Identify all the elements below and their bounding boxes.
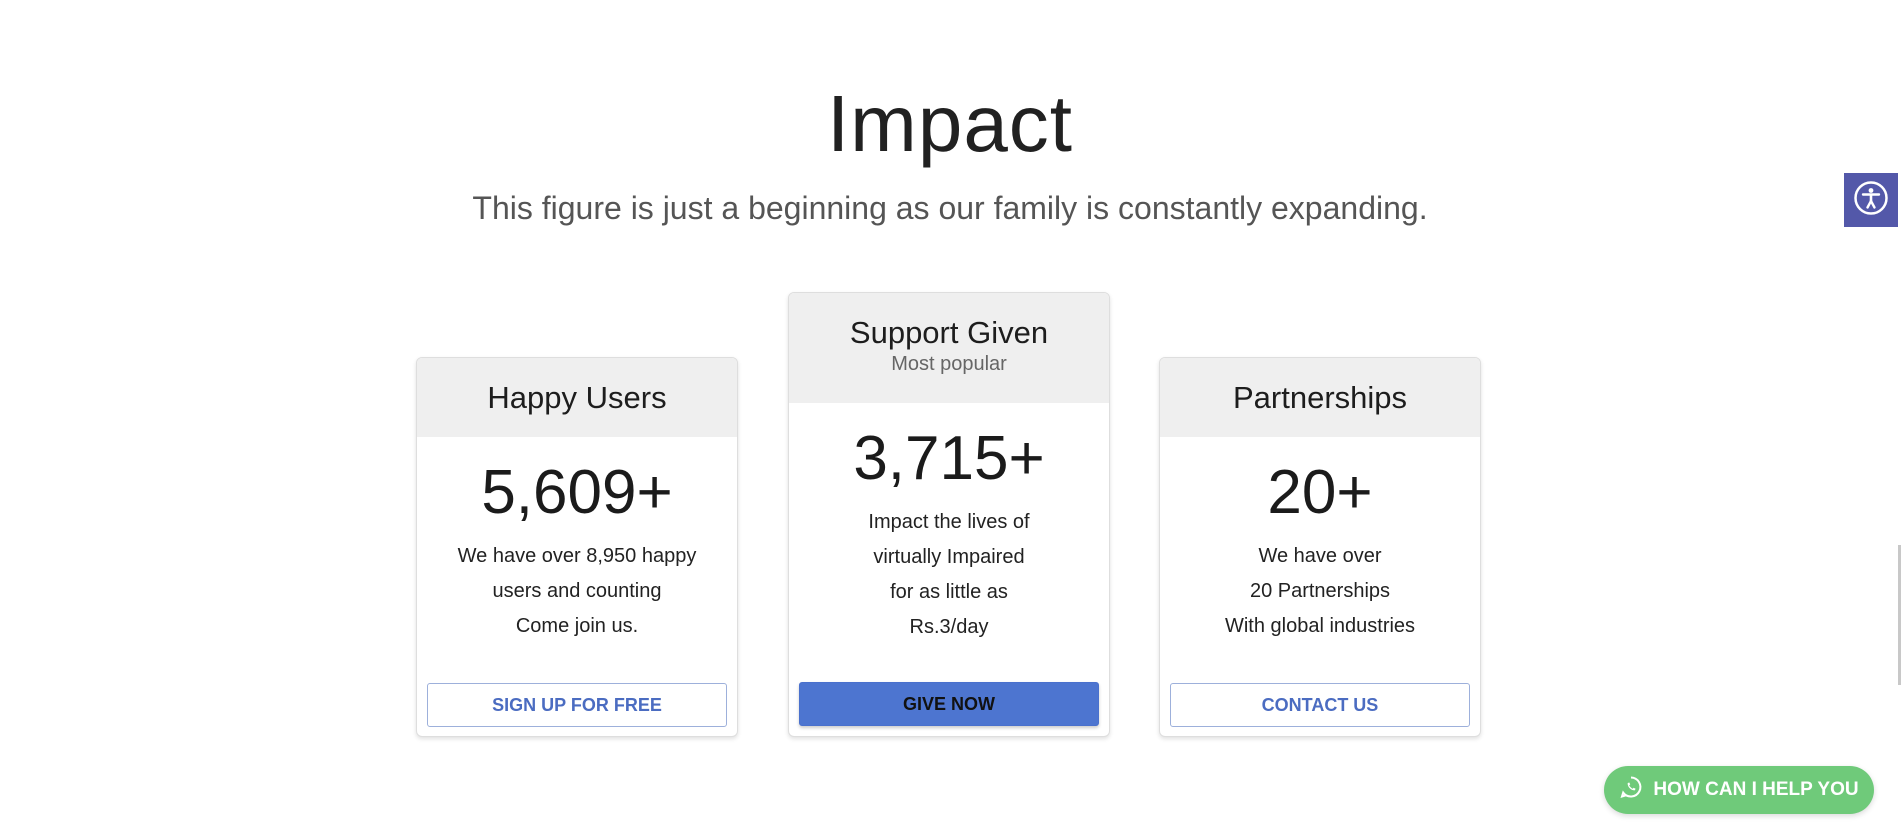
card-description-line: for as little as <box>890 581 1008 603</box>
section-title: Impact <box>826 79 1074 168</box>
card-partnerships: Partnerships 20+ We have over 20 Partner… <box>1159 357 1481 737</box>
card-body: 3,715+ Impact the lives of virtually Imp… <box>789 403 1109 645</box>
card-description-line: Impact the lives of <box>868 511 1030 533</box>
accessibility-icon <box>1853 180 1889 221</box>
most-popular-label: Most popular <box>891 353 1007 375</box>
card-title: Support Given <box>849 315 1049 350</box>
card-description-line: We have over <box>1258 545 1382 567</box>
card-description: We have over 20 Partnerships With global… <box>1160 539 1480 644</box>
card-header: Partnerships <box>1160 358 1480 437</box>
help-label: HOW CAN I HELP YOU <box>1653 779 1859 800</box>
section-subtitle: This figure is just a beginning as our f… <box>472 190 1428 226</box>
page: Impact This figure is just a beginning a… <box>0 0 1902 825</box>
card-title: Happy Users <box>487 380 667 415</box>
card-description-line: We have over 8,950 happy <box>457 545 697 567</box>
card-value: 3,715+ <box>853 424 1045 493</box>
card-body: 20+ We have over 20 Partnerships With gl… <box>1160 437 1480 644</box>
card-description: We have over 8,950 happy users and count… <box>417 539 737 644</box>
whatsapp-icon <box>1619 775 1643 805</box>
card-value: 20+ <box>1267 458 1373 527</box>
accessibility-button[interactable] <box>1844 173 1898 227</box>
card-header: Happy Users <box>417 358 737 437</box>
card-description-line: users and counting <box>492 580 662 602</box>
card-title: Partnerships <box>1232 380 1408 415</box>
card-description-line: Rs.3/day <box>909 616 989 638</box>
card-happy-users: Happy Users 5,609+ We have over 8,950 ha… <box>416 357 738 737</box>
card-support-given: Support Given Most popular 3,715+ Impact… <box>788 292 1110 737</box>
card-description-line: With global industries <box>1224 615 1416 637</box>
card-description-line: virtually Impaired <box>873 546 1025 568</box>
sign-up-button[interactable]: SIGN UP FOR FREE <box>427 683 727 727</box>
card-header: Support Given Most popular <box>789 293 1109 403</box>
card-description: Impact the lives of virtually Impaired f… <box>789 505 1109 645</box>
scrollbar-thumb[interactable] <box>1898 545 1901 685</box>
card-description-line: 20 Partnerships <box>1249 580 1391 602</box>
whatsapp-help-button[interactable]: HOW CAN I HELP YOU <box>1604 766 1874 814</box>
card-description-line: Come join us. <box>515 615 639 637</box>
contact-us-button[interactable]: CONTACT US <box>1170 683 1470 727</box>
card-body: 5,609+ We have over 8,950 happy users an… <box>417 437 737 644</box>
card-value: 5,609+ <box>481 458 673 527</box>
give-now-button[interactable]: GIVE NOW <box>799 682 1099 726</box>
